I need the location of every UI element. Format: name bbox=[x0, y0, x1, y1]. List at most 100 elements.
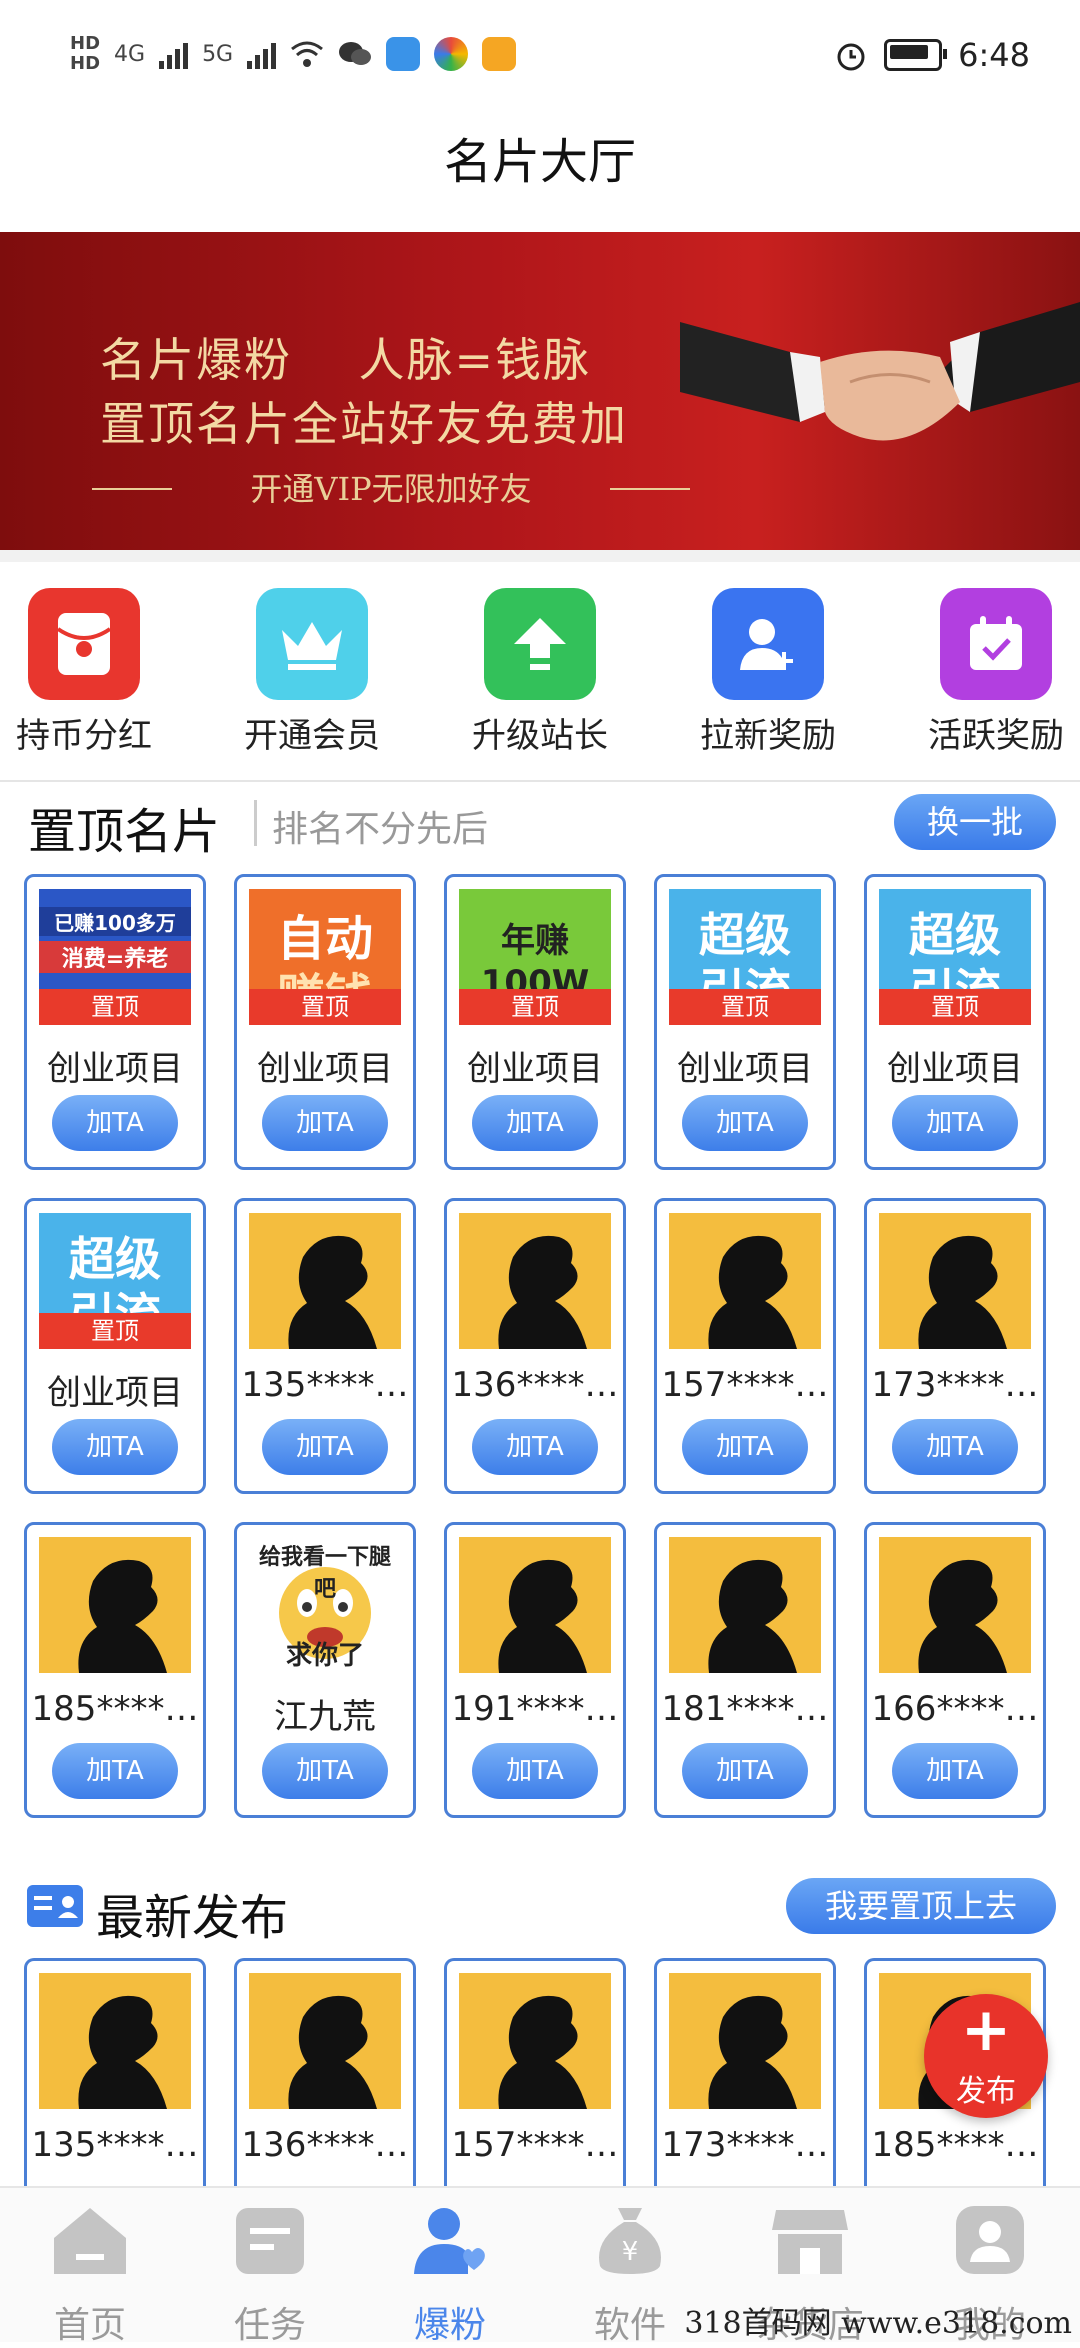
card-name: 185****… bbox=[31, 1689, 199, 1729]
handshake-image bbox=[680, 302, 1080, 441]
card-name: 157****… bbox=[661, 1365, 829, 1405]
banner-line3: 开通VIP无限加好友 bbox=[250, 470, 532, 508]
card-name: 191****… bbox=[451, 1689, 619, 1729]
default-avatar bbox=[459, 1213, 611, 1349]
quick-action-dividend[interactable]: 持币分红 bbox=[4, 588, 164, 757]
nav-tasks[interactable]: 任务 bbox=[180, 2204, 360, 2348]
quick-action-label: 拉新奖励 bbox=[700, 716, 836, 756]
quick-action-label: 升级站长 bbox=[472, 716, 608, 756]
signal-icon bbox=[159, 39, 189, 69]
default-avatar bbox=[459, 1537, 611, 1673]
card[interactable]: 173****… 加TA bbox=[864, 1198, 1046, 1494]
card-name: 江九荒 bbox=[274, 1697, 376, 1737]
card-name: 136****… bbox=[451, 1365, 619, 1405]
meme-avatar: 给我看一下腿吧 求你了 bbox=[249, 1537, 401, 1673]
nav-home[interactable]: 首页 bbox=[0, 2204, 180, 2348]
card[interactable]: 136****… 加TA bbox=[444, 1198, 626, 1494]
crown-icon bbox=[256, 588, 368, 700]
add-friend-button[interactable]: 加TA bbox=[472, 1419, 598, 1475]
card[interactable]: 自动 赚钱 置顶 创业项目 加TA bbox=[234, 874, 416, 1170]
banner-line2: 置顶名片全站好友免费加 bbox=[100, 397, 628, 451]
hd-indicator: HD HD bbox=[70, 33, 101, 74]
pinned-tag: 置顶 bbox=[459, 989, 611, 1025]
default-avatar bbox=[879, 1213, 1031, 1349]
refresh-button[interactable]: 换一批 bbox=[894, 794, 1056, 850]
add-friend-button[interactable]: 加TA bbox=[52, 1095, 178, 1151]
card-name: 166****… bbox=[871, 1689, 1039, 1729]
card[interactable]: 超级 引流 置顶 创业项目 加TA bbox=[864, 874, 1046, 1170]
card[interactable]: 166****… 加TA bbox=[864, 1522, 1046, 1818]
nav-fans[interactable]: 爆粉 bbox=[360, 2204, 540, 2348]
alarm-icon bbox=[837, 43, 865, 71]
page-title: 名片大厅 bbox=[443, 134, 636, 190]
meme-caption: 给我看一下腿吧 bbox=[258, 1545, 391, 1602]
banner-line1: 名片爆粉 人脉=钱脉 bbox=[100, 333, 592, 387]
add-friend-button[interactable]: 加TA bbox=[52, 1419, 178, 1475]
pinned-section-title: 置顶名片 bbox=[28, 804, 221, 860]
default-avatar bbox=[879, 1537, 1031, 1673]
svg-text:¥: ¥ bbox=[622, 2237, 639, 2267]
add-user-icon bbox=[712, 588, 824, 700]
battery-icon bbox=[884, 39, 948, 71]
add-friend-button[interactable]: 加TA bbox=[262, 1095, 388, 1151]
pinned-tag: 置顶 bbox=[39, 989, 191, 1025]
card[interactable]: 超级 引流 置顶 创业项目 加TA bbox=[654, 874, 836, 1170]
quick-action-referral[interactable]: 拉新奖励 bbox=[688, 588, 848, 757]
add-friend-button[interactable]: 加TA bbox=[52, 1743, 178, 1799]
card[interactable]: 181****… 加TA bbox=[654, 1522, 836, 1818]
quick-action-upgrade[interactable]: 升级站长 bbox=[460, 588, 620, 757]
card-name: 173****… bbox=[871, 1365, 1039, 1405]
nav-label: 爆粉 bbox=[413, 2305, 486, 2346]
pinned-tag: 置顶 bbox=[39, 1313, 191, 1349]
quick-action-vip[interactable]: 开通会员 bbox=[232, 588, 392, 757]
network-5g-label: 5G bbox=[202, 41, 234, 67]
card[interactable]: 135****… bbox=[24, 1958, 206, 2186]
card-name: 创业项目 bbox=[677, 1049, 813, 1089]
add-friend-button[interactable]: 加TA bbox=[892, 1743, 1018, 1799]
clock: 6:48 bbox=[958, 36, 1030, 74]
calendar-check-icon bbox=[940, 588, 1052, 700]
app-notification-icon bbox=[434, 37, 469, 71]
promo-banner[interactable]: 名片爆粉 人脉=钱脉 置顶名片全站好友免费加 开通VIP无限加好友 bbox=[0, 232, 1080, 550]
wechat-icon bbox=[339, 42, 372, 65]
status-right: 6:48 bbox=[834, 36, 1030, 74]
card[interactable]: 已赚100多万 消费=养老 置顶 创业项目 加TA bbox=[24, 874, 206, 1170]
add-friend-button[interactable]: 加TA bbox=[262, 1743, 388, 1799]
card[interactable]: 157****… bbox=[444, 1958, 626, 2186]
card-name: 创业项目 bbox=[467, 1049, 603, 1089]
default-avatar bbox=[459, 1973, 611, 2109]
add-friend-button[interactable]: 加TA bbox=[682, 1743, 808, 1799]
add-friend-button[interactable]: 加TA bbox=[262, 1419, 388, 1475]
wifi-icon bbox=[291, 41, 324, 67]
card[interactable]: 超级 引流 置顶 创业项目 加TA bbox=[24, 1198, 206, 1494]
add-friend-button[interactable]: 加TA bbox=[682, 1419, 808, 1475]
latest-section-title: 最新发布 bbox=[96, 1890, 289, 1946]
app-notification-icon bbox=[386, 37, 421, 71]
nav-label: 首页 bbox=[53, 2305, 126, 2346]
card[interactable]: 185****… 加TA bbox=[24, 1522, 206, 1818]
add-friend-button[interactable]: 加TA bbox=[892, 1095, 1018, 1151]
store-icon bbox=[772, 2210, 848, 2274]
card[interactable]: 135****… 加TA bbox=[234, 1198, 416, 1494]
add-friend-button[interactable]: 加TA bbox=[472, 1743, 598, 1799]
meme-caption: 求你了 bbox=[285, 1641, 364, 1671]
quick-action-activity[interactable]: 活跃奖励 bbox=[916, 588, 1076, 757]
card[interactable]: 157****… 加TA bbox=[654, 1198, 836, 1494]
card[interactable]: 136****… bbox=[234, 1958, 416, 2186]
default-avatar bbox=[669, 1213, 821, 1349]
card[interactable]: 年赚 100W 置顶 创业项目 加TA bbox=[444, 874, 626, 1170]
quick-action-label: 持币分红 bbox=[16, 716, 152, 756]
add-friend-button[interactable]: 加TA bbox=[472, 1095, 598, 1151]
add-friend-button[interactable]: 加TA bbox=[892, 1419, 1018, 1475]
card[interactable]: 191****… 加TA bbox=[444, 1522, 626, 1818]
add-friend-button[interactable]: 加TA bbox=[682, 1095, 808, 1151]
id-card-icon bbox=[27, 1885, 83, 1927]
card[interactable]: 给我看一下腿吧 求你了 江九荒 加TA bbox=[234, 1522, 416, 1818]
card-name: 创业项目 bbox=[47, 1373, 183, 1413]
pin-me-button[interactable]: 我要置顶上去 bbox=[786, 1878, 1056, 1934]
publish-fab[interactable]: + 发布 bbox=[924, 1994, 1048, 2118]
upgrade-arrow-icon bbox=[484, 588, 596, 700]
profile-icon bbox=[956, 2206, 1024, 2274]
card[interactable]: 173****… bbox=[654, 1958, 836, 2186]
network-4g-label: 4G bbox=[114, 41, 146, 67]
